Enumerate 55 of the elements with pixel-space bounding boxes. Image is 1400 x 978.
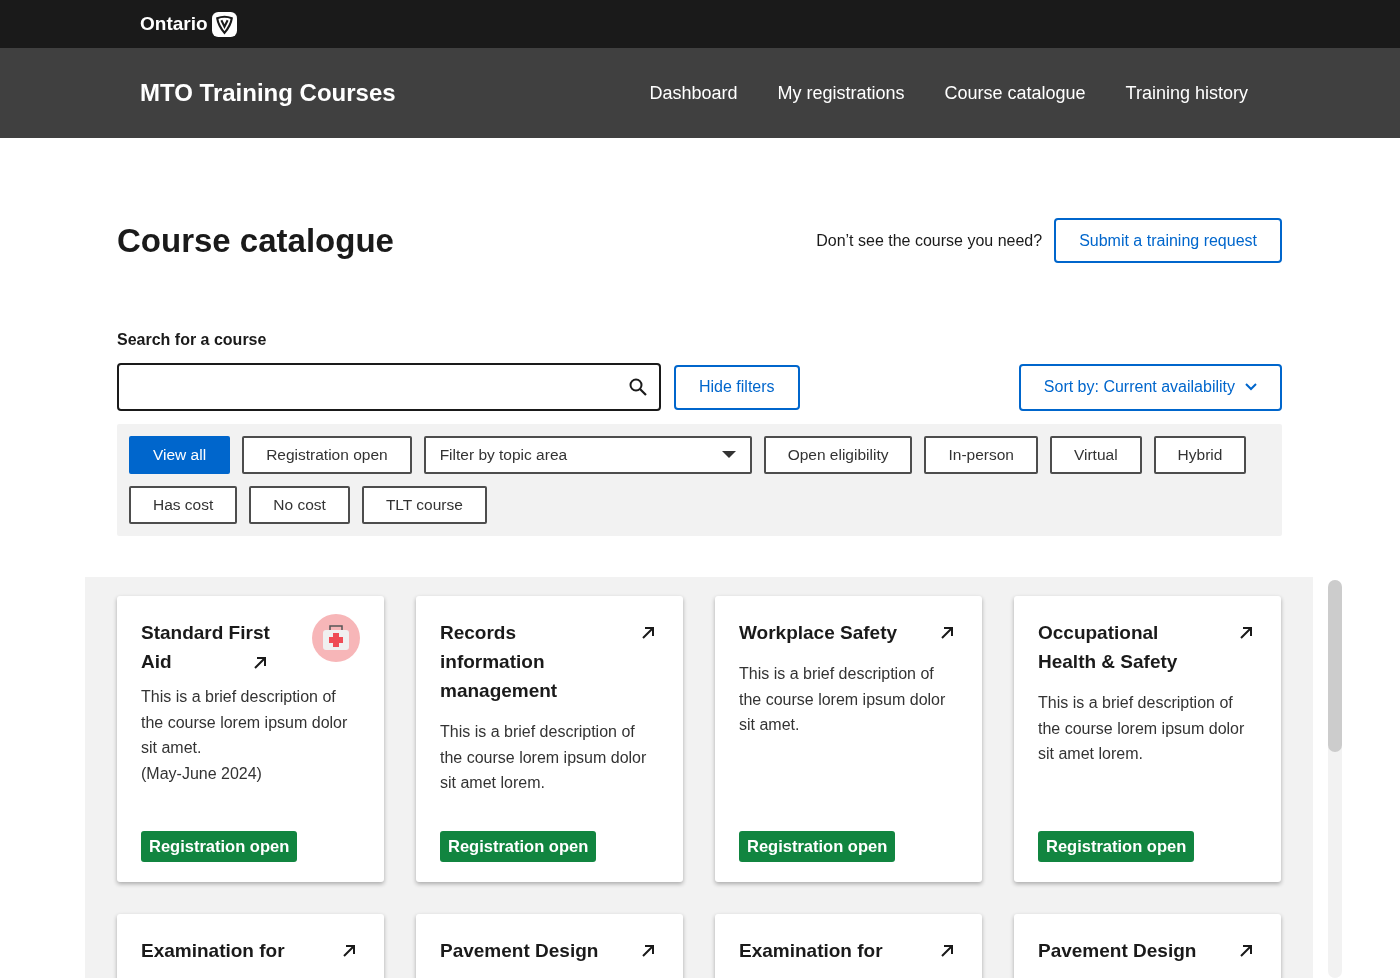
filter-chip[interactable]: Open eligibility — [763, 436, 913, 474]
course-description: This is a brief description of the course lorem ipsum dolor sit amet lorem. — [440, 722, 648, 793]
filter-chip[interactable]: In-person — [924, 436, 1038, 474]
course-title[interactable]: Examination for — [739, 936, 883, 965]
arrow-icon — [641, 944, 655, 958]
filter-chip[interactable]: Has cost — [129, 486, 238, 524]
course-description: This is a brief description of the course lorem ipsum dolor sit amet. — [141, 687, 349, 758]
course-title[interactable]: Pavement Design — [1038, 936, 1197, 965]
arrow-icon — [940, 626, 954, 640]
scrollbar-thumb[interactable] — [1328, 580, 1342, 752]
search-field[interactable] — [117, 363, 661, 411]
chevron-down-icon — [1245, 383, 1257, 391]
submit-request-button[interactable]: Submit a training request — [1054, 218, 1282, 263]
arrow-icon — [342, 944, 356, 958]
course-title[interactable]: Pavement Design — [440, 936, 599, 965]
nav-link[interactable]: Training history — [1125, 82, 1248, 104]
first-aid-kit-icon — [312, 614, 360, 662]
arrow-icon — [940, 944, 954, 958]
trillium-logo-icon — [211, 11, 237, 37]
status-badge: Registration open — [1038, 831, 1195, 862]
sort-dropdown[interactable]: Sort by: Current availability — [1018, 363, 1282, 411]
search-icon — [629, 378, 647, 396]
filter-chip[interactable]: Hybrid — [1153, 436, 1247, 474]
course-title[interactable]: Standard First Aid — [141, 618, 291, 676]
brand-name: Ontario — [140, 13, 208, 35]
course-title[interactable]: Occupational Health & Safety — [1038, 618, 1208, 676]
course-description: This is a brief description of the course lorem ipsum dolor sit amet lorem. — [1038, 693, 1246, 764]
filter-chip[interactable]: Registration open — [242, 436, 412, 474]
filter-chip[interactable]: View all — [129, 436, 231, 474]
nav-link[interactable]: Dashboard — [649, 82, 738, 104]
topic-filter-dropdown[interactable]: Filter by topic area — [423, 436, 752, 474]
caret-down-icon — [721, 451, 736, 459]
filter-chip[interactable]: TLT course — [361, 486, 487, 524]
course-description: This is a brief description of the course lorem ipsum dolor sit amet. — [739, 664, 947, 735]
search-label: Search for a course — [117, 331, 268, 349]
status-badge: Registration open — [440, 831, 597, 862]
arrow-icon — [1239, 944, 1253, 958]
request-prompt: Don’t see the course you need? — [816, 231, 1043, 250]
nav-link[interactable]: Course catalogue — [944, 82, 1086, 104]
filter-chip[interactable]: No cost — [249, 486, 350, 524]
scrollbar[interactable] — [1328, 580, 1342, 978]
arrow-icon — [1239, 626, 1253, 640]
course-title[interactable]: Examination for — [141, 936, 285, 965]
app-title: MTO Training Courses — [140, 79, 396, 107]
hide-filters-button[interactable]: Hide filters — [674, 364, 800, 410]
course-dates: (May-June 2024) — [141, 763, 263, 784]
status-badge: Registration open — [141, 831, 298, 862]
page-title: Course catalogue — [117, 221, 394, 260]
course-title[interactable]: Records information management — [440, 618, 610, 705]
arrow-icon — [253, 656, 267, 670]
course-title[interactable]: Workplace Safety — [739, 618, 898, 647]
filter-chip[interactable]: Virtual — [1049, 436, 1142, 474]
arrow-icon — [641, 626, 655, 640]
nav-link[interactable]: My registrations — [777, 82, 905, 104]
status-badge: Registration open — [739, 831, 896, 862]
